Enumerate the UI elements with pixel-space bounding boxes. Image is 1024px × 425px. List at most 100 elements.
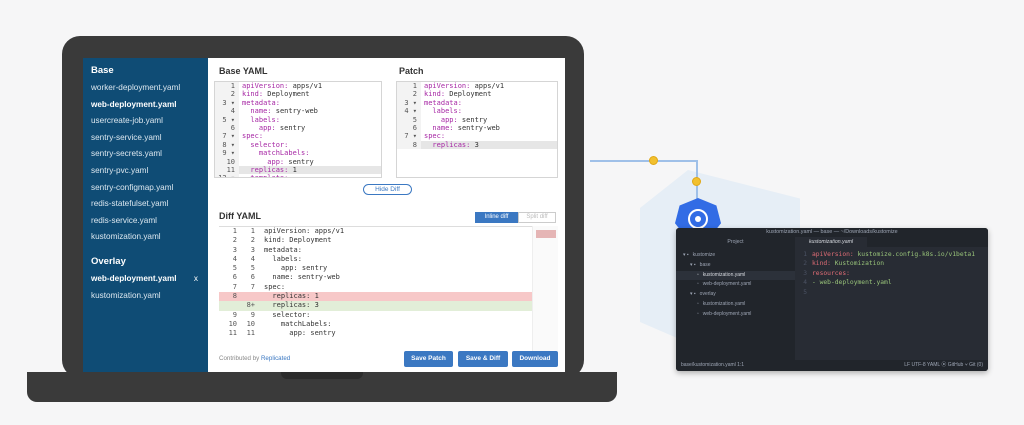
split-diff-tab[interactable]: Split diff: [518, 212, 556, 223]
yaml-value: 3: [470, 140, 479, 149]
download-button[interactable]: Download: [512, 351, 558, 367]
status-bar: base/kustomization.yaml 1:1 LF UTF-8 YAM…: [676, 360, 988, 371]
sidebar-file-item[interactable]: sentry-configmap.yaml: [91, 180, 208, 197]
line-number: 3 ▾: [397, 98, 421, 108]
code-text: matchLabels:: [239, 149, 310, 158]
tree-item[interactable]: ▫ web-deployment.yaml: [676, 310, 795, 320]
line-number: 2: [215, 90, 239, 99]
base-file-list: worker-deployment.yaml web-deployment.yam…: [91, 80, 208, 246]
code-line: 3 ▾ metadata:: [397, 98, 557, 108]
code-line: 5 app: sentry: [397, 115, 557, 124]
sidebar-file-item[interactable]: sentry-service.yaml: [91, 130, 208, 147]
sidebar-file-label: redis-service.yaml: [91, 215, 157, 225]
yaml-key: spec:: [242, 132, 264, 141]
code-text: app: sentry: [239, 124, 305, 132]
app-screen: Base worker-deployment.yaml web-deploymen…: [83, 58, 565, 372]
code-text: selector:: [239, 141, 288, 149]
save-patch-button[interactable]: Save Patch: [404, 351, 453, 367]
diff-text: matchLabels:: [264, 319, 332, 328]
sidebar-file-item[interactable]: worker-deployment.yaml: [91, 80, 208, 97]
tree-label: web-deployment.yaml: [702, 281, 752, 288]
new-line-number: 7: [250, 282, 255, 291]
inline-diff-tab[interactable]: Inline diff: [475, 212, 518, 223]
code-text: labels:: [239, 116, 280, 124]
code-line: 12 ▾ template:: [215, 174, 381, 177]
code-text: replicas: 1: [239, 166, 296, 174]
folder-file-icon: ▫: [697, 281, 699, 288]
sidebar-file-label: kustomization.yaml: [91, 232, 161, 242]
sidebar-file-label: web-deployment.yaml: [91, 99, 177, 109]
diff-view: 1 1 apiVersion: apps/v1 2 2 kind: Deployment 3…: [219, 226, 558, 363]
hide-diff-button[interactable]: Hide Diff: [363, 184, 412, 195]
code-line: 5: [795, 288, 988, 297]
tab-kustomization[interactable]: kustomization.yaml: [795, 237, 867, 247]
code-text: spec:: [239, 132, 263, 140]
yaml-key: app:: [242, 123, 276, 132]
sidebar-file-label: worker-deployment.yaml: [91, 83, 181, 92]
code-text: name: sentry-web: [421, 124, 499, 132]
sidebar-file-item[interactable]: kustomization.yaml: [91, 229, 208, 246]
overlay-file-item[interactable]: kustomization.yaml: [91, 288, 208, 305]
code-line: 5 ▾ labels:: [215, 115, 381, 124]
sidebar-file-item[interactable]: sentry-secrets.yaml: [91, 146, 208, 163]
diff-text: app: sentry: [264, 264, 328, 273]
code-pane[interactable]: 1 apiVersion: kustomize.config.k8s.io/v1b…: [795, 247, 988, 360]
code-text: app: sentry: [239, 157, 314, 166]
yaml-value: kustomize.config.k8s.io/v1beta1: [853, 251, 976, 258]
sidebar-file-label: kustomization.yaml: [91, 290, 161, 300]
sidebar-file-item[interactable]: redis-service.yaml: [91, 213, 208, 230]
diff-row: 6 6 name: sentry-web: [219, 273, 558, 282]
diff-row: 8+ replicas: 3: [219, 301, 558, 311]
code-line: 4 ▾ labels:: [397, 107, 557, 116]
tab-project[interactable]: Project: [676, 237, 795, 247]
yaml-key: template:: [242, 174, 288, 177]
yaml-key: kind:: [242, 90, 264, 99]
line-number: 8 ▾: [215, 140, 239, 150]
yaml-key: name:: [242, 107, 272, 116]
yaml-key: apiVersion:: [424, 82, 471, 90]
yaml-key: matchLabels:: [242, 149, 310, 158]
old-line-number: 7: [232, 282, 237, 291]
code-line: 1 apiVersion: apps/v1: [215, 82, 381, 91]
sidebar-file-label: redis-statefulset.yaml: [91, 199, 169, 209]
tree-item[interactable]: ▫ kustomization.yaml: [676, 300, 795, 310]
diff-text: kind: Deployment: [264, 236, 332, 245]
old-line-number: [219, 301, 237, 310]
old-line-number: 2: [232, 236, 237, 245]
patch-editor[interactable]: 1 apiVersion: apps/v1 2 kind: Deployment 3 ▾…: [396, 81, 558, 178]
tree-item[interactable]: ▾ ▪ overlay: [676, 290, 795, 300]
save-diff-button[interactable]: Save & Diff: [458, 351, 508, 367]
sidebar-file-item[interactable]: web-deployment.yaml: [91, 97, 208, 114]
sidebar-file-label: usercreate-job.yaml: [91, 116, 163, 126]
yaml-value: sentry: [284, 157, 314, 166]
remove-icon[interactable]: x: [194, 271, 198, 288]
code-line: 8 ▾ selector:: [215, 140, 381, 150]
sidebar-file-label: sentry-secrets.yaml: [91, 149, 162, 159]
line-number: 6: [397, 123, 421, 133]
sidebar-file-item[interactable]: redis-statefulset.yaml: [91, 196, 208, 213]
main-panel: Base YAML 1 apiVersion: apps/v1 2 kind: Dep…: [208, 58, 565, 372]
overlay-file-item[interactable]: web-deployment.yaml x: [91, 271, 208, 288]
replicated-link[interactable]: Replicated: [261, 355, 290, 362]
old-line-number: 10: [228, 319, 237, 328]
diff-text: app: sentry: [264, 329, 336, 338]
sidebar-file-item[interactable]: usercreate-job.yaml: [91, 113, 208, 130]
base-yaml-editor[interactable]: 1 apiVersion: apps/v1 2 kind: Deployment 3 ▾…: [214, 81, 382, 178]
yaml-value: apps/v1: [288, 82, 323, 90]
yaml-key: labels:: [242, 115, 280, 124]
overlay-heading: Overlay: [91, 255, 126, 267]
base-heading: Base: [91, 65, 114, 76]
tree-item[interactable]: ▫ web-deployment.yaml: [676, 280, 795, 290]
tree-item[interactable]: ▾ ▪ base: [676, 261, 795, 271]
line-number: 9 ▾: [215, 149, 239, 158]
diff-minimap[interactable]: [532, 226, 558, 356]
tree-item[interactable]: ▾ ▪ kustomize: [676, 251, 795, 261]
tree-item[interactable]: ▫ kustomization.yaml: [676, 270, 795, 281]
folder-file-icon: ▫: [697, 310, 699, 317]
folder-file-icon: ▾ ▪: [683, 252, 689, 258]
new-line-number: 6: [250, 273, 255, 282]
sidebar-file-item[interactable]: sentry-pvc.yaml: [91, 163, 208, 180]
diff-row: 4 4 labels:: [219, 255, 558, 264]
diff-text: apiVersion: apps/v1: [264, 227, 345, 235]
tree-label: overlay: [699, 291, 716, 298]
